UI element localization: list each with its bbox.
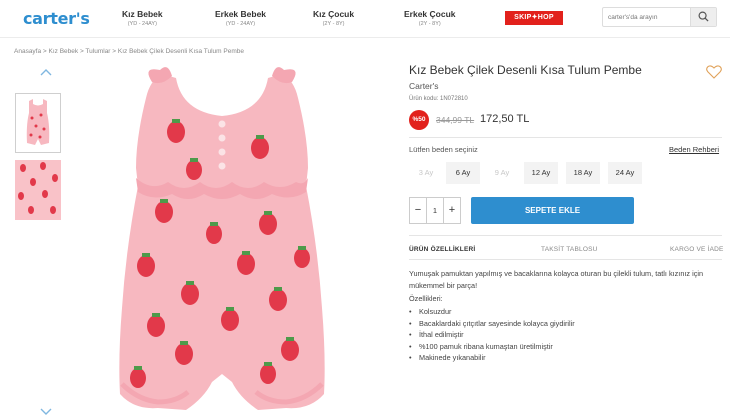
fabric-thumbnail-image xyxy=(15,160,61,220)
size-option-6-ay[interactable]: 6 Ay xyxy=(446,162,480,184)
product-title: Kız Bebek Çilek Desenli Kısa Tulum Pembe xyxy=(409,63,642,77)
features-list: Kolsuzdur Bacaklardaki çıtçıtlar sayesin… xyxy=(409,306,575,364)
features-heading: Özellikleri: xyxy=(409,294,443,303)
size-option-18-ay[interactable]: 18 Ay xyxy=(566,162,600,184)
tab-taksit-tablosu[interactable]: TAKSİT TABLOSU xyxy=(541,246,598,253)
nav-sublabel: (2Y - 8Y) xyxy=(418,21,441,27)
search-box xyxy=(602,7,717,27)
quantity-decrease-button[interactable]: − xyxy=(410,198,426,223)
size-guide-link[interactable]: Beden Rehberi xyxy=(669,145,719,154)
thumbnail-front[interactable] xyxy=(15,93,61,153)
divider xyxy=(409,137,722,138)
tab-kargo-ve-iade[interactable]: KARGO VE İADE xyxy=(670,246,724,253)
nav-sublabel: (YD - 24AY) xyxy=(225,21,256,27)
romper-thumbnail-image xyxy=(17,95,59,151)
nav-label: Kız Çocuk xyxy=(313,9,355,19)
thumbnail-fabric[interactable] xyxy=(15,160,61,220)
quantity-value[interactable]: 1 xyxy=(426,198,444,223)
divider xyxy=(409,235,722,236)
nav-label: Kız Bebek xyxy=(122,9,163,19)
size-option-3-ay[interactable]: 3 Ay xyxy=(409,162,443,184)
add-to-cart-button[interactable]: SEPETE EKLE xyxy=(471,197,634,224)
nav-sublabel: (YD - 24AY) xyxy=(127,21,157,27)
search-input[interactable] xyxy=(608,11,690,24)
old-price: 344,99 TL xyxy=(436,115,475,125)
strawberry-romper-image xyxy=(119,67,325,410)
quantity-stepper: − 1 + xyxy=(409,197,461,224)
product-brand[interactable]: Carter's xyxy=(409,81,439,91)
list-item: Kolsuzdur xyxy=(409,306,575,318)
product-description: Yumuşak pamuktan yapılmış ve bacaklarına… xyxy=(409,269,704,290)
skip-hop-logo[interactable]: SKIP✦HOP xyxy=(505,11,563,25)
search-icon xyxy=(698,11,709,22)
nav-label: Erkek Bebek xyxy=(215,9,267,19)
size-select-label: Lütfen beden seçiniz xyxy=(409,145,478,154)
tab-urun-ozellikleri[interactable]: ÜRÜN ÖZELLİKLERİ xyxy=(409,246,475,253)
nav-erkek-bebek[interactable]: Erkek Bebek (YD - 24AY) xyxy=(215,9,266,27)
new-price: 172,50 TL xyxy=(480,113,530,125)
main-product-image[interactable] xyxy=(72,58,372,420)
nav-sublabel: (2Y - 8Y) xyxy=(322,21,345,27)
chevron-up-icon[interactable] xyxy=(40,68,52,76)
quantity-increase-button[interactable]: + xyxy=(444,198,460,223)
discount-badge: %50 xyxy=(409,110,429,130)
nav-label: Erkek Çocuk xyxy=(404,9,456,19)
list-item: İthal edilmiştir xyxy=(409,329,575,341)
chevron-down-icon[interactable] xyxy=(40,408,52,416)
size-option-24-ay[interactable]: 24 Ay xyxy=(608,162,642,184)
list-item: %100 pamuk ribana kumaştan üretilmiştir xyxy=(409,341,575,353)
heart-icon[interactable] xyxy=(706,65,722,79)
nav-erkek-cocuk[interactable]: Erkek Çocuk (2Y - 8Y) xyxy=(404,9,456,27)
list-item: Bacaklardaki çıtçıtlar sayesinde kolayca… xyxy=(409,318,575,330)
nav-kiz-cocuk[interactable]: Kız Çocuk (2Y - 8Y) xyxy=(313,9,354,27)
divider xyxy=(409,259,722,260)
nav-kiz-bebek[interactable]: Kız Bebek (YD - 24AY) xyxy=(122,9,163,27)
carters-logo[interactable]: carter's xyxy=(23,9,90,28)
site-header: carter's Kız Bebek (YD - 24AY) Erkek Beb… xyxy=(0,0,730,38)
search-button[interactable] xyxy=(690,8,716,26)
breadcrumb: Anasayfa > Kız Bebek > Tulumlar > Kız Be… xyxy=(14,48,244,55)
size-option-12-ay[interactable]: 12 Ay xyxy=(524,162,558,184)
list-item: Makinede yıkanabilir xyxy=(409,352,575,364)
product-code: Ürün kodu: 1N072810 xyxy=(409,96,468,102)
size-option-9-ay[interactable]: 9 Ay xyxy=(485,162,519,184)
